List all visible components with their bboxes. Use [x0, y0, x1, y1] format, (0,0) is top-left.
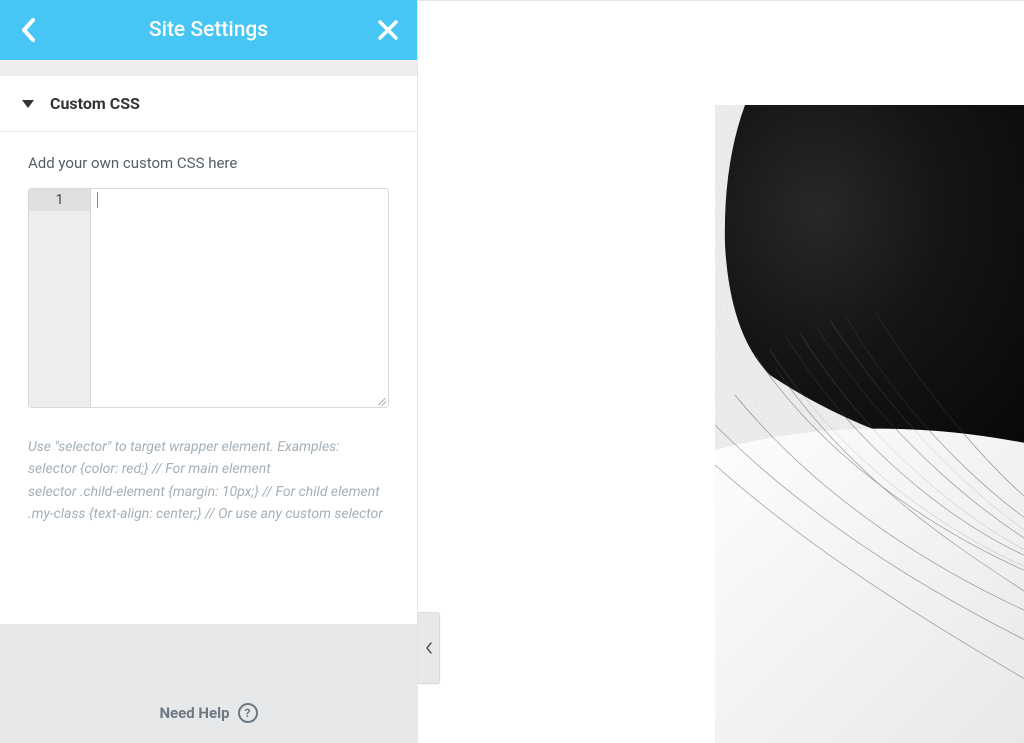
chevron-left-icon — [425, 642, 433, 654]
section-toggle-custom-css[interactable]: Custom CSS — [0, 76, 417, 132]
hint-text: Use "selector" to target wrapper element… — [28, 436, 389, 526]
custom-css-textarea[interactable] — [91, 189, 388, 407]
section-label: Custom CSS — [50, 94, 140, 113]
custom-css-editor[interactable]: 1 — [28, 188, 389, 408]
resize-handle-icon[interactable] — [376, 395, 386, 405]
need-help-link[interactable]: Need Help ? — [159, 703, 257, 723]
panel-collapse-button[interactable] — [418, 612, 440, 684]
back-button[interactable] — [14, 15, 44, 45]
sidebar-header: Site Settings — [0, 0, 417, 60]
top-divider — [418, 0, 1024, 1]
sidebar-footer: Need Help ? — [0, 624, 417, 743]
question-circle-icon: ? — [238, 703, 258, 723]
settings-sidebar: Site Settings Custom CSS Add your own cu… — [0, 0, 418, 743]
custom-css-field-label: Add your own custom CSS here — [28, 154, 389, 172]
panel-title: Site Settings — [149, 18, 268, 42]
close-icon — [377, 19, 399, 41]
line-number: 1 — [29, 189, 90, 211]
section-body: Add your own custom CSS here 1 Use "sele… — [0, 132, 417, 544]
divider-strip — [0, 60, 417, 76]
caret-down-icon — [22, 94, 34, 113]
close-button[interactable] — [373, 15, 403, 45]
code-area[interactable] — [91, 189, 388, 407]
chevron-left-icon — [19, 16, 39, 44]
text-cursor-icon — [97, 192, 98, 208]
need-help-label: Need Help — [159, 704, 229, 722]
code-gutter: 1 — [29, 189, 91, 407]
site-preview-image — [715, 105, 1024, 743]
